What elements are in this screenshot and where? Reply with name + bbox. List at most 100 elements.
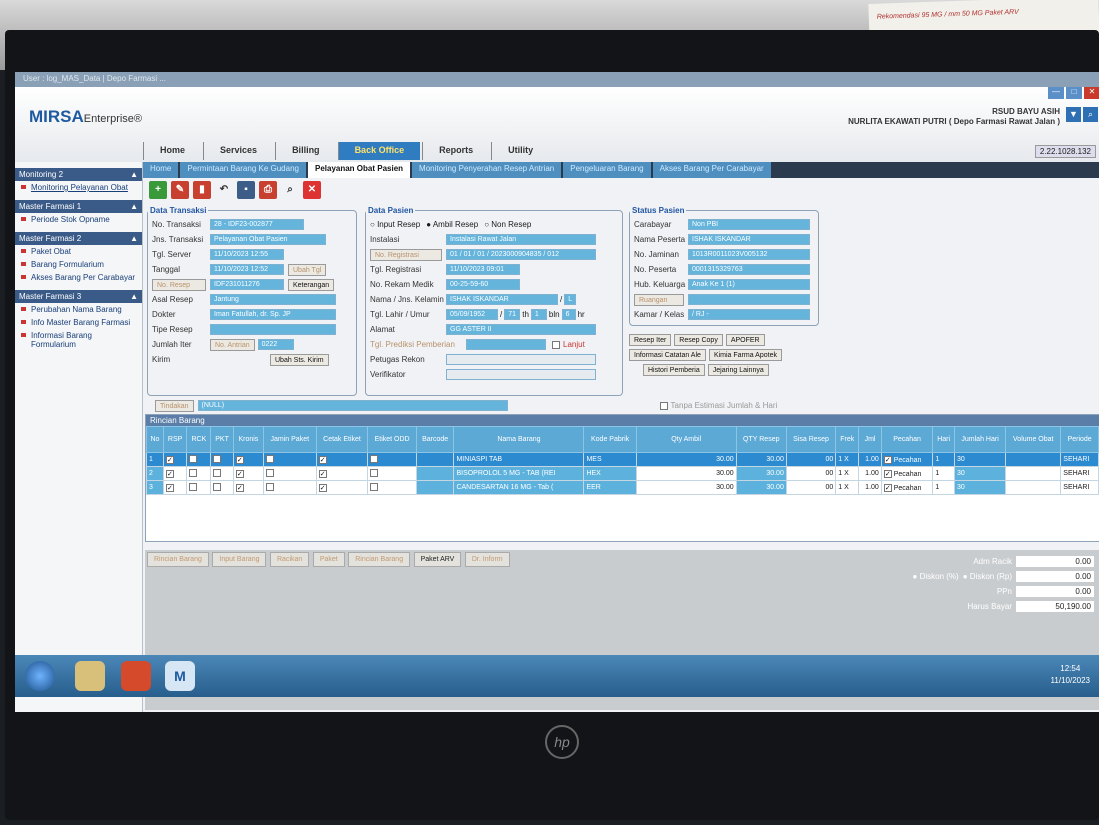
instalasi-select[interactable]: Instalasi Rawat Jalan xyxy=(446,234,596,245)
pkt-checkbox[interactable] xyxy=(210,466,234,481)
periode-cell[interactable]: SEHARI xyxy=(1060,452,1099,467)
hari-cell[interactable]: 1 xyxy=(932,452,955,467)
cetak-etiket-checkbox[interactable]: ✓ xyxy=(315,466,369,481)
jamin-paket-checkbox[interactable] xyxy=(262,452,317,467)
table-row[interactable]: 1 ✓ ✓ ✓ MINIASPI TAB MES 30.00 30.00 00 … xyxy=(146,452,1099,467)
nav-home[interactable]: Home xyxy=(143,142,201,160)
rck-checkbox[interactable] xyxy=(186,466,212,481)
sidebar-header-monitoring[interactable]: Monitoring 2 ▲ xyxy=(15,168,142,181)
racikan-button[interactable]: Racikan xyxy=(270,552,310,567)
periode-cell[interactable]: SEHARI xyxy=(1060,480,1099,495)
kamar-field[interactable]: / RJ - xyxy=(688,309,810,320)
edit-icon[interactable]: ✎ xyxy=(171,181,189,199)
kronis-checkbox[interactable]: ✓ xyxy=(232,466,264,481)
folder-icon[interactable] xyxy=(75,661,105,691)
sidebar-item-perubahan-nama[interactable]: Perubahan Nama Barang xyxy=(15,303,142,316)
sidebar-item-info-master[interactable]: Info Master Barang Farmasi xyxy=(15,316,142,329)
save-icon[interactable]: ▪ xyxy=(237,181,255,199)
pkt-checkbox[interactable] xyxy=(210,480,234,495)
system-clock[interactable]: 12:54 11/10/2023 xyxy=(1051,663,1090,687)
qty-ambil-cell[interactable]: 30.00 xyxy=(635,466,737,481)
ubah-tgl-button[interactable]: Ubah Tgl xyxy=(288,263,327,276)
tindakan-field[interactable]: (NULL) xyxy=(197,400,508,411)
frek-cell[interactable]: 1 X xyxy=(835,480,860,495)
nav-back-office[interactable]: Back Office xyxy=(337,142,421,160)
pecahan-cell[interactable]: ✓ Pecahan xyxy=(880,480,934,495)
nama-peserta-field[interactable]: ISHAK ISKANDAR xyxy=(688,234,810,245)
carabayar-select[interactable]: Non PBI xyxy=(688,219,810,230)
antrian-field[interactable]: 0222 xyxy=(257,339,294,350)
tgl-registrasi-field[interactable]: 11/10/2023 09:01 xyxy=(446,264,520,275)
apofer-button[interactable]: APOFER xyxy=(725,333,765,346)
rsp-checkbox[interactable]: ✓ xyxy=(162,466,188,481)
nama-field[interactable]: ISHAK ISKANDAR xyxy=(446,294,558,305)
no-jaminan-field[interactable]: 1013R0011023V005132 xyxy=(688,249,810,260)
frek-cell[interactable]: 1 X xyxy=(835,466,860,481)
sidebar-item-paket-obat[interactable]: Paket Obat xyxy=(15,245,142,258)
no-registrasi-field[interactable]: 01 / 01 / 01 / 2023000904835 / 012 xyxy=(446,249,596,260)
nama-barang-cell[interactable]: MINIASPI TAB xyxy=(453,452,585,467)
pecahan-cell[interactable]: ✓ Pecahan xyxy=(880,466,934,481)
etiket-odd-checkbox[interactable] xyxy=(367,452,417,467)
diskon-pct-radio[interactable]: ● Diskon (%) xyxy=(913,572,959,581)
undo-icon[interactable]: ↶ xyxy=(215,181,233,199)
print-icon[interactable]: ⎙ xyxy=(259,181,277,199)
table-row[interactable]: 2 ✓ ✓ ✓ BISOPROLOL 5 MG - TAB (REI HEX 3… xyxy=(146,466,1099,481)
etiket-odd-checkbox[interactable] xyxy=(367,466,417,481)
no-antrian-button[interactable]: No. Antrian xyxy=(210,338,255,351)
sidebar-header-master2[interactable]: Master Farmasi 2 ▲ xyxy=(15,232,142,245)
no-rekam-field[interactable]: 00-25-59-60 xyxy=(446,279,520,290)
nav-billing[interactable]: Billing xyxy=(275,142,336,160)
qty-ambil-cell[interactable]: 30.00 xyxy=(635,452,737,467)
adm-racik-field[interactable]: 0.00 xyxy=(1016,556,1094,567)
jamin-paket-checkbox[interactable] xyxy=(262,480,317,495)
resep-copy-button[interactable]: Resep Copy xyxy=(674,333,723,346)
dokter-select[interactable]: Iman Fatullah, dr. Sp. JP xyxy=(210,309,336,320)
barcode-cell[interactable] xyxy=(415,452,455,467)
chevron-down-icon[interactable]: ▼ xyxy=(1066,107,1081,122)
tab-monitoring[interactable]: Monitoring Penyerahan Resep Antrian xyxy=(412,162,562,178)
dr-inform-button[interactable]: Dr. Inform xyxy=(464,552,510,567)
minimize-icon[interactable]: — xyxy=(1048,87,1064,99)
keterangan-button[interactable]: Keterangan xyxy=(288,278,335,291)
non-resep-radio[interactable]: ○ Non Resep xyxy=(484,220,531,229)
tgl-lahir-field[interactable]: 05/09/1952 xyxy=(446,309,498,320)
delete-icon[interactable]: ▮ xyxy=(193,181,211,199)
tipe-resep-field[interactable] xyxy=(210,324,336,335)
umur-bln-field[interactable]: 1 xyxy=(530,309,547,320)
diskon-field[interactable]: 0.00 xyxy=(1016,571,1094,582)
kronis-checkbox[interactable]: ✓ xyxy=(232,452,264,467)
jns-transaksi-select[interactable]: Pelayanan Obat Pasien xyxy=(210,234,326,245)
qty-ambil-cell[interactable]: 30.00 xyxy=(635,480,737,495)
mirsa-app-icon[interactable]: M xyxy=(165,661,195,691)
nama-barang-cell[interactable]: BISOPROLOL 5 MG - TAB (REI xyxy=(453,466,585,481)
periode-cell[interactable]: SEHARI xyxy=(1060,466,1099,481)
maximize-icon[interactable]: □ xyxy=(1066,87,1082,99)
ruangan-button[interactable]: Ruangan xyxy=(634,293,684,306)
no-resep-button[interactable]: No. Resep xyxy=(152,278,206,291)
tab-pengeluaran[interactable]: Pengeluaran Barang xyxy=(563,162,651,178)
hari-cell[interactable]: 1 xyxy=(932,466,955,481)
paket-button[interactable]: Paket xyxy=(312,552,345,567)
ppn-field[interactable]: 0.00 xyxy=(1016,586,1094,597)
hub-keluarga-select[interactable]: Anak Ke 1 (1) xyxy=(688,279,810,290)
umur-th-field[interactable]: 71 xyxy=(504,309,521,320)
qty-resep-cell[interactable]: 30.00 xyxy=(735,480,787,495)
new-icon[interactable]: + xyxy=(149,181,167,199)
sidebar-item-monitoring-pelayanan[interactable]: Monitoring Pelayanan Obat xyxy=(15,181,142,194)
no-peserta-field[interactable]: 0001315329763 xyxy=(688,264,810,275)
verifikator-select[interactable] xyxy=(446,369,596,380)
petugas-select[interactable] xyxy=(446,354,596,365)
jamin-paket-checkbox[interactable] xyxy=(262,466,317,481)
rincian-barang-button[interactable]: Rincian Barang xyxy=(147,552,209,567)
search-icon[interactable]: ⌕ xyxy=(1083,107,1098,122)
ambil-resep-radio[interactable]: ● Ambil Resep xyxy=(426,220,478,229)
no-registrasi-button[interactable]: No. Registrasi xyxy=(370,248,442,261)
rincian-barang-2-button[interactable]: Rincian Barang xyxy=(348,552,411,567)
qty-resep-cell[interactable]: 30.00 xyxy=(735,452,787,467)
sidebar-item-barang-formularium[interactable]: Barang Formularium xyxy=(15,258,142,271)
histori-pemberian-button[interactable]: Histori Pemberia xyxy=(643,363,705,376)
volume-obat-cell[interactable] xyxy=(1005,466,1062,481)
no-transaksi-field[interactable]: 28 - IDF23-002877 xyxy=(210,219,304,230)
sidebar-header-master3[interactable]: Master Farmasi 3 ▲ xyxy=(15,290,142,303)
